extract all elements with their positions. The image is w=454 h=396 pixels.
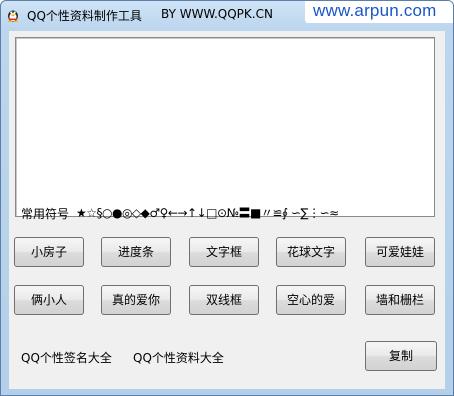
main-panel: 常用符号 ★☆§○●◎◇◆♂♀←→↑↓□⊙№〓■〃≌∮ ∽∑⋮∽≈ 小房子 进度… <box>9 31 445 389</box>
window-title: QQ个性资料制作工具 <box>27 9 142 23</box>
qq-profile-collection-link[interactable]: QQ个性资料大全 <box>133 349 224 366</box>
wall-and-fence-button[interactable]: 墙和栅栏 <box>365 285 435 315</box>
text-frame-button[interactable]: 文字框 <box>189 237 259 267</box>
hollow-love-button[interactable]: 空心的爱 <box>276 285 346 315</box>
double-line-frame-button[interactable]: 双线框 <box>189 285 259 315</box>
common-symbols-label: 常用符号 <box>21 207 70 221</box>
output-textarea[interactable] <box>15 37 435 217</box>
qq-signature-collection-link[interactable]: QQ个性签名大全 <box>21 349 112 366</box>
two-little-people-button[interactable]: 俩小人 <box>14 285 84 315</box>
site-watermark: www.arpun.com <box>305 1 453 23</box>
little-house-button[interactable]: 小房子 <box>14 237 84 267</box>
title-bar[interactable]: QQ个性资料制作工具 BY WWW.QQPK.CN www.arpun.com <box>1 1 453 27</box>
app-icon[interactable] <box>5 6 21 22</box>
flower-ball-text-button[interactable]: 花球文字 <box>276 237 346 267</box>
copy-button[interactable]: 复制 <box>365 341 437 371</box>
really-love-you-button[interactable]: 真的爱你 <box>101 285 171 315</box>
progress-bar-button[interactable]: 进度条 <box>101 237 171 267</box>
common-symbols-list[interactable]: ★☆§○●◎◇◆♂♀←→↑↓□⊙№〓■〃≌∮ ∽∑⋮∽≈ <box>76 204 339 221</box>
app-window: QQ个性资料制作工具 BY WWW.QQPK.CN www.arpun.com … <box>0 0 454 396</box>
window-title-author: BY WWW.QQPK.CN <box>161 7 273 21</box>
cute-doll-button[interactable]: 可爱娃娃 <box>365 237 435 267</box>
